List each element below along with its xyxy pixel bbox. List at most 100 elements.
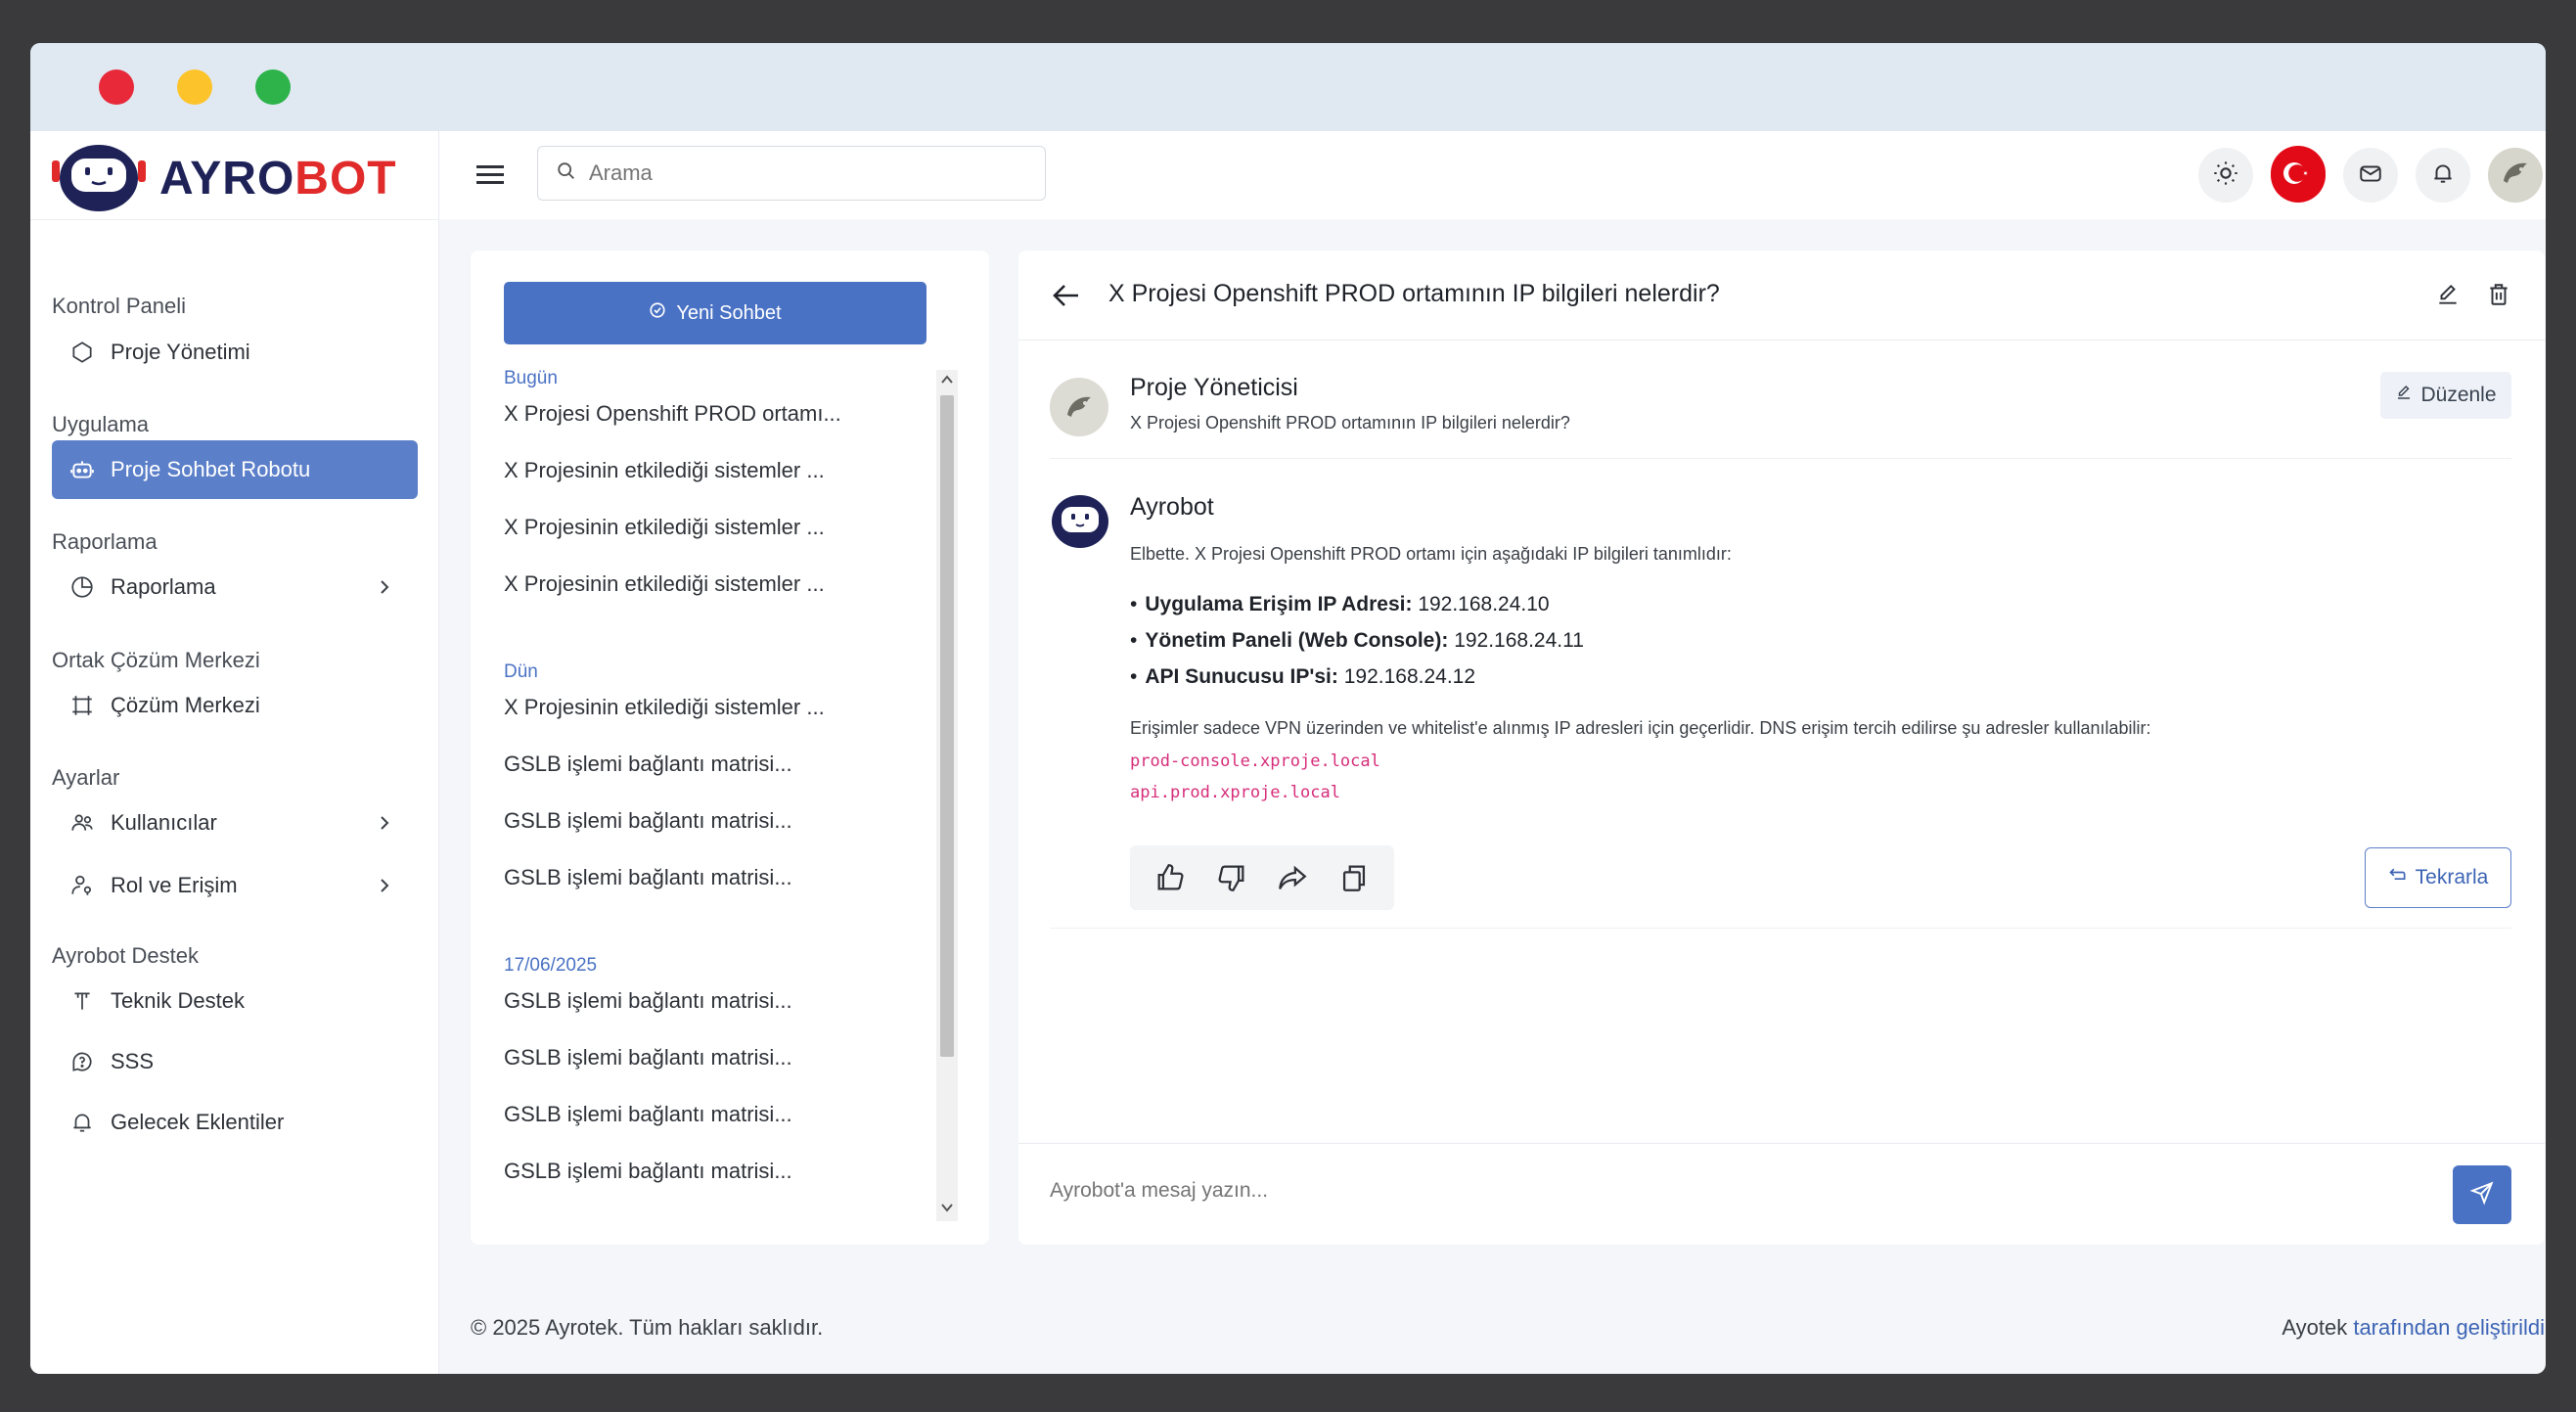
list-item: Yönetim Paneli (Web Console): 192.168.24… <box>1130 629 1584 665</box>
chat-plus-icon <box>649 301 666 325</box>
brand-name: AYROBOT <box>159 152 397 205</box>
sidebar-section-title: Uygulama <box>52 412 150 436</box>
sidebar-item-rol-ve-erisim[interactable]: Rol ve Erişim <box>52 856 418 915</box>
sidebar-item-cozum-merkezi[interactable]: Çözüm Merkezi <box>52 676 418 735</box>
ip-label: Uygulama Erişim IP Adresi: <box>1145 593 1413 615</box>
window-maximize-button[interactable] <box>255 69 291 105</box>
chat-list-scroll-thumb[interactable] <box>940 395 954 1057</box>
send-button[interactable] <box>2453 1165 2511 1224</box>
user-message-text: X Projesi Openshift PROD ortamının IP bi… <box>1130 413 1570 433</box>
back-arrow-icon[interactable] <box>1052 282 1081 309</box>
ip-label: API Sunucusu IP'si: <box>1145 665 1338 688</box>
delete-chat-icon[interactable] <box>2486 282 2511 307</box>
chat-history-item[interactable]: GSLB işlemi bağlantı matrisi... <box>504 752 915 777</box>
messages-button[interactable] <box>2343 148 2398 203</box>
ip-value: 192.168.24.11 <box>1454 629 1584 652</box>
bot-message-intro: Elbette. X Projesi Openshift PROD ortamı… <box>1130 544 1732 564</box>
chat-history-item[interactable]: X Projesi Openshift PROD ortamı... <box>504 401 915 427</box>
scroll-up-icon[interactable] <box>939 372 955 387</box>
share-icon[interactable] <box>1273 858 1312 897</box>
message-composer <box>1018 1143 2545 1245</box>
sidebar-section-title: Raporlama <box>52 529 158 554</box>
sidebar-item-label: Kullanıcılar <box>111 810 217 835</box>
chat-history-item[interactable]: GSLB işlemi bağlantı matrisi... <box>504 1045 915 1070</box>
message-input[interactable] <box>1050 1179 2400 1203</box>
theme-toggle-button[interactable] <box>2198 148 2253 203</box>
chat-history-item[interactable]: X Projesinin etkilediği sistemler ... <box>504 458 915 483</box>
edit-title-icon[interactable] <box>2435 282 2461 307</box>
scroll-down-icon[interactable] <box>939 1200 955 1215</box>
chevron-right-icon <box>373 874 396 897</box>
chat-group-label: 17/06/2025 <box>504 955 598 976</box>
sidebar-item-label: SSS <box>111 1049 155 1073</box>
search-box[interactable] <box>537 146 1046 201</box>
sidebar-item-proje-sohbet-robotu[interactable]: Proje Sohbet Robotu <box>52 440 418 499</box>
ip-value: 192.168.24.12 <box>1343 665 1476 688</box>
sidebar-item-proje-yonetimi[interactable]: Proje Yönetimi <box>52 323 418 382</box>
message-divider <box>1050 458 2511 459</box>
chat-history-item[interactable]: GSLB işlemi bağlantı matrisi... <box>504 1102 915 1127</box>
chat-history-item[interactable]: GSLB işlemi bağlantı matrisi... <box>504 808 915 834</box>
chat-history-item[interactable]: GSLB işlemi bağlantı matrisi... <box>504 865 915 890</box>
chat-history-item[interactable]: GSLB işlemi bağlantı matrisi... <box>504 1159 915 1184</box>
user-menu-button[interactable] <box>2488 148 2543 203</box>
sidebar-item-teknik-destek[interactable]: Teknik Destek <box>52 972 418 1030</box>
chat-group-label: Bugün <box>504 368 558 388</box>
sidebar-item-label: Proje Yönetimi <box>111 340 250 364</box>
list-item: API Sunucusu IP'si: 192.168.24.12 <box>1130 665 1584 702</box>
sidebar-section-title: Kontrol Paneli <box>52 294 186 318</box>
conversation-panel: X Projesi Openshift PROD ortamının IP bi… <box>1018 251 2545 1245</box>
window-minimize-button[interactable] <box>177 69 212 105</box>
notifications-button[interactable] <box>2416 148 2470 203</box>
chat-history-item[interactable]: X Projesinin etkilediği sistemler ... <box>504 571 915 597</box>
search-input[interactable] <box>589 160 1019 186</box>
user-avatar-icon <box>2496 154 2535 198</box>
developer-credit: Ayotek tarafından geliştirildi <box>2282 1315 2545 1341</box>
users-icon <box>68 808 97 838</box>
developer-name: Ayotek <box>2282 1315 2348 1340</box>
ip-label: Yönetim Paneli (Web Console): <box>1145 629 1449 652</box>
sidebar-item-gelecek-eklentiler[interactable]: Gelecek Eklentiler <box>52 1093 418 1152</box>
question-icon <box>68 1047 97 1076</box>
bot-avatar-icon <box>1050 493 1110 550</box>
top-header <box>439 131 2546 219</box>
developer-link[interactable]: tarafından geliştirildi <box>2353 1315 2545 1340</box>
user-message-avatar <box>1050 378 1108 436</box>
brand-name-b: BOT <box>294 152 397 205</box>
user-key-icon <box>68 871 97 900</box>
dns-code-api: api.prod.xproje.local <box>1130 783 1340 802</box>
sidebar-item-label: Gelecek Eklentiler <box>111 1110 285 1134</box>
chat-history-item[interactable]: X Projesinin etkilediği sistemler ... <box>504 695 915 720</box>
copyright-text: © 2025 Ayrotek. Tüm hakları saklıdır. <box>471 1315 824 1340</box>
sidebar-section-title: Ortak Çözüm Merkezi <box>52 648 260 672</box>
sidebar-item-raporlama[interactable]: Raporlama <box>52 558 418 616</box>
edit-message-button[interactable]: Düzenle <box>2380 372 2511 419</box>
chat-history-item[interactable]: X Projesinin etkilediği sistemler ... <box>504 515 915 540</box>
chat-history-item[interactable]: GSLB işlemi bağlantı matrisi... <box>504 988 915 1014</box>
chevron-right-icon <box>373 575 396 599</box>
new-chat-button[interactable]: Yeni Sohbet <box>504 282 926 344</box>
sidebar-section-title: Ayrobot Destek <box>52 943 200 968</box>
window-close-button[interactable] <box>99 69 134 105</box>
window-titlebar <box>30 43 2546 131</box>
sidebar-item-label: Teknik Destek <box>111 988 245 1013</box>
ip-info-list: Uygulama Erişim IP Adresi: 192.168.24.10… <box>1130 593 1584 702</box>
user-message-name: Proje Yöneticisi <box>1130 374 1298 401</box>
dashboard-icon <box>68 338 97 367</box>
menu-toggle-icon[interactable] <box>475 160 506 190</box>
robot-icon <box>68 455 97 484</box>
edit-message-label: Düzenle <box>2420 384 2497 406</box>
thumbs-down-icon[interactable] <box>1212 858 1251 897</box>
retry-button[interactable]: Tekrarla <box>2365 847 2511 908</box>
thumbs-up-icon[interactable] <box>1151 858 1190 897</box>
sidebar-item-kullanicilar[interactable]: Kullanıcılar <box>52 794 418 852</box>
copy-icon[interactable] <box>1334 858 1374 897</box>
conversation-title: X Projesi Openshift PROD ortamının IP bi… <box>1108 280 1720 307</box>
sidebar-item-label: Rol ve Erişim <box>111 873 238 897</box>
turkey-flag-icon <box>2271 145 2326 205</box>
page-footer: © 2025 Ayrotek. Tüm hakları saklıdır. Ay… <box>471 1315 2545 1341</box>
language-button[interactable] <box>2271 145 2326 205</box>
message-actions <box>1130 845 1394 910</box>
brand-logo[interactable]: AYROBOT <box>50 139 397 217</box>
sidebar-item-sss[interactable]: SSS <box>52 1032 418 1091</box>
